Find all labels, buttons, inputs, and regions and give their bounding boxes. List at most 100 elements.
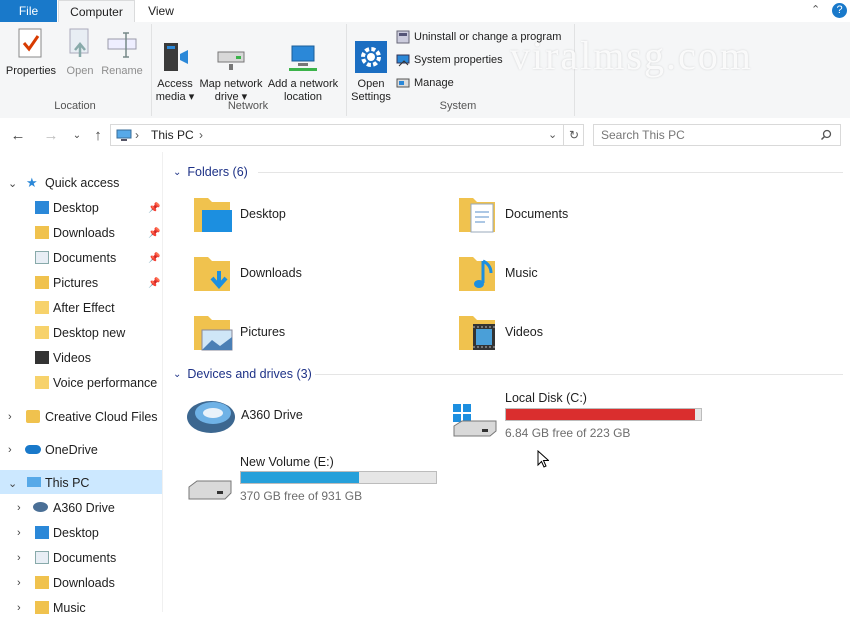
nav-qa-downloads[interactable]: Downloads 📌 <box>0 221 162 245</box>
expand-chevron-icon[interactable]: › <box>8 444 12 456</box>
nav-pc-a360[interactable]: › A360 Drive <box>0 496 162 520</box>
collapse-chevron-icon[interactable]: ⌄ <box>173 167 181 178</box>
desktop-folder-icon <box>35 201 49 214</box>
nav-label: OneDrive <box>45 443 98 457</box>
nav-qa-pictures[interactable]: Pictures 📌 <box>0 271 162 295</box>
access-media-button[interactable]: Access media ▾ <box>154 27 196 117</box>
collapse-ribbon-icon[interactable]: ⌃ <box>811 3 820 16</box>
folder-label: Videos <box>505 325 543 339</box>
section-divider <box>315 374 843 375</box>
map-network-drive-icon <box>217 51 245 70</box>
system-properties-button[interactable]: System properties <box>396 53 503 67</box>
breadcrumb-this-pc[interactable]: This PC <box>151 128 194 142</box>
nav-qa-after-effect[interactable]: After Effect <box>0 296 162 320</box>
folder-item-downloads[interactable]: Downloads <box>192 251 432 295</box>
nav-qa-videos[interactable]: Videos <box>0 346 162 370</box>
videos-folder-icon <box>459 316 495 350</box>
open-icon <box>69 28 89 57</box>
nav-pc-music[interactable]: › Music <box>0 596 162 620</box>
nav-label: Downloads <box>53 576 115 590</box>
expand-chevron-icon[interactable]: › <box>17 602 21 614</box>
folder-icon <box>35 301 49 314</box>
nav-qa-desktop-new[interactable]: Desktop new <box>0 321 162 345</box>
tab-computer-label: Computer <box>70 5 123 19</box>
pin-icon[interactable]: 📌 <box>148 253 160 264</box>
folder-item-desktop[interactable]: Desktop <box>192 192 432 236</box>
expand-chevron-icon[interactable]: › <box>17 552 21 564</box>
nav-qa-voice-performance[interactable]: Voice performance <box>0 371 162 395</box>
tab-computer[interactable]: Computer <box>58 0 135 23</box>
folders-section-header[interactable]: ⌄ Folders (6) <box>173 164 843 180</box>
nav-pc-downloads[interactable]: › Downloads <box>0 571 162 595</box>
nav-pc-documents[interactable]: › Documents <box>0 546 162 570</box>
folder-item-videos[interactable]: Videos <box>457 310 697 354</box>
devices-section-header[interactable]: ⌄ Devices and drives (3) <box>173 366 843 382</box>
hard-drive-icon <box>188 480 232 500</box>
address-dropdown-icon[interactable]: ⌄ <box>548 128 557 141</box>
open-button[interactable]: Open <box>60 27 100 78</box>
drive-usage-fill <box>506 409 695 420</box>
nav-onedrive[interactable]: › OneDrive <box>0 438 162 462</box>
folder-item-pictures[interactable]: Pictures <box>192 310 432 354</box>
nav-quick-access[interactable]: ⌄ ★ Quick access <box>0 171 162 195</box>
up-arrow-icon[interactable]: ↑ <box>87 124 109 146</box>
folder-item-music[interactable]: Music <box>457 251 697 295</box>
nav-qa-desktop[interactable]: Desktop 📌 <box>0 196 162 220</box>
nav-creative-cloud[interactable]: › Creative Cloud Files <box>0 405 162 429</box>
help-icon[interactable]: ? <box>832 3 847 18</box>
pin-icon[interactable]: 📌 <box>148 203 160 214</box>
nav-label: Documents <box>53 251 117 265</box>
folder-label: Music <box>505 266 538 280</box>
expand-chevron-icon[interactable]: › <box>17 577 21 589</box>
address-bar[interactable]: › This PC › ⌄ ↻ <box>110 124 584 146</box>
documents-folder-icon <box>35 251 49 264</box>
drive-label: A360 Drive <box>241 408 303 422</box>
pictures-folder-icon <box>194 316 233 351</box>
drive-usage-bar <box>240 471 437 484</box>
downloads-folder-icon <box>35 576 49 589</box>
drive-label: Local Disk (C:) <box>505 391 587 405</box>
breadcrumb-separator-icon: › <box>135 128 139 142</box>
desktop-folder-icon <box>35 526 49 539</box>
folder-label: Downloads <box>240 266 302 280</box>
breadcrumb-chevron-icon[interactable]: › <box>199 128 203 142</box>
nav-qa-documents[interactable]: Documents 📌 <box>0 246 162 270</box>
search-placeholder: Search This PC <box>601 128 685 142</box>
location-group-label: Location <box>54 100 96 112</box>
pane-divider[interactable] <box>162 152 163 612</box>
recent-locations-chevron-icon[interactable]: ⌄ <box>66 124 88 146</box>
section-divider <box>258 172 843 173</box>
drive-label: New Volume (E:) <box>240 455 334 469</box>
pictures-folder-icon <box>35 276 49 289</box>
settings-gear-icon <box>355 41 387 73</box>
expand-chevron-icon[interactable]: › <box>17 502 21 514</box>
desktop-folder-icon <box>194 198 232 232</box>
search-input[interactable]: Search This PC <box>593 124 841 146</box>
drive-item-local-disk-c[interactable]: Local Disk (C:) 6.84 GB free of 223 GB <box>452 390 712 446</box>
nav-pc-desktop[interactable]: › Desktop <box>0 521 162 545</box>
tab-file[interactable]: File <box>0 0 57 22</box>
expand-chevron-icon[interactable]: › <box>17 527 21 539</box>
forward-arrow-icon[interactable]: → <box>40 124 62 146</box>
collapse-chevron-icon[interactable]: ⌄ <box>173 369 181 380</box>
manage-button[interactable]: Manage <box>396 76 454 90</box>
this-pc-icon <box>116 129 132 141</box>
rename-button[interactable]: Rename <box>100 27 144 78</box>
drive-free-space: 370 GB free of 931 GB <box>240 489 363 503</box>
pin-icon[interactable]: 📌 <box>148 228 160 239</box>
tab-file-label: File <box>18 4 39 18</box>
open-settings-button[interactable]: Open Settings <box>350 27 392 117</box>
expand-chevron-icon[interactable]: ⌄ <box>8 177 17 190</box>
expand-chevron-icon[interactable]: ⌄ <box>8 477 17 490</box>
nav-this-pc[interactable]: ⌄ This PC <box>0 471 162 495</box>
tab-view[interactable]: View <box>136 0 186 22</box>
a360-drive-icon <box>33 502 48 512</box>
refresh-icon[interactable]: ↻ <box>563 125 584 145</box>
expand-chevron-icon[interactable]: › <box>8 411 12 423</box>
drive-item-a360[interactable]: A360 Drive <box>185 393 425 437</box>
back-arrow-icon[interactable]: ← <box>7 124 29 146</box>
properties-button[interactable]: Properties <box>5 27 57 78</box>
drive-item-new-volume-e[interactable]: New Volume (E:) 370 GB free of 931 GB <box>185 453 455 509</box>
pin-icon[interactable]: 📌 <box>148 278 160 289</box>
folder-item-documents[interactable]: Documents <box>457 192 697 236</box>
